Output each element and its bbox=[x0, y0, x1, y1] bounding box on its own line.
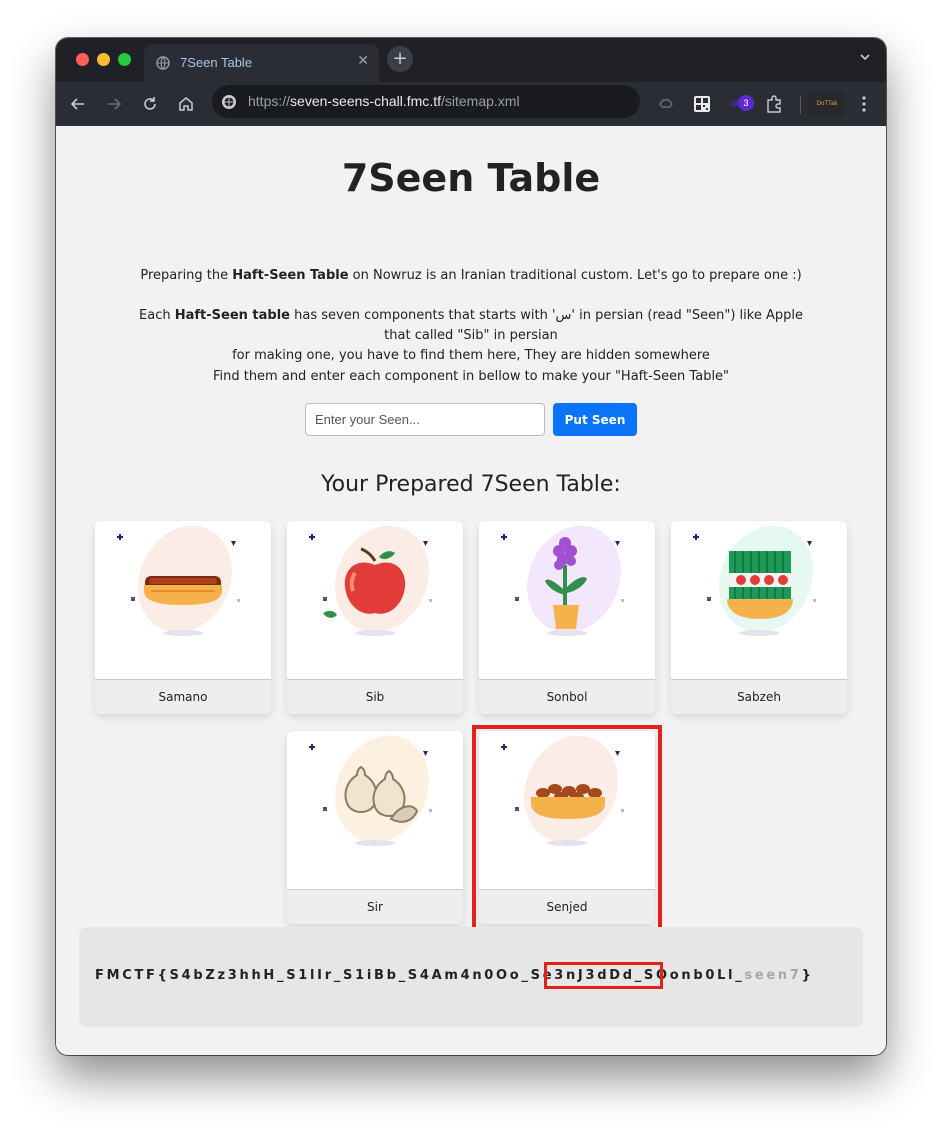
sprouts-icon bbox=[693, 525, 816, 636]
put-seen-button[interactable]: Put Seen bbox=[553, 403, 637, 436]
flag-text: FMCTF{S4bZz3hhH_S1lIr_S1iBb_S4Am4n0Oo_Se… bbox=[95, 968, 814, 983]
active-tab[interactable]: 7Seen Table ✕ bbox=[144, 44, 379, 82]
seen-card-sabzeh: Sabzeh bbox=[671, 521, 847, 714]
seen-card-sib: Sib bbox=[287, 521, 463, 714]
url-text[interactable]: https://seven-seens-chall.fmc.tf/sitemap… bbox=[248, 93, 520, 109]
seen-card-sir: Sir bbox=[287, 731, 463, 924]
flag-part-senjed: Se3nJ3dDd bbox=[530, 968, 635, 983]
seen-card-samano: Samano bbox=[95, 521, 271, 714]
tab-strip: 7Seen Table ✕ + bbox=[56, 38, 886, 82]
close-tab-icon[interactable]: ✕ bbox=[357, 53, 369, 69]
instructions-line-2: that called "Sib" in persian bbox=[384, 328, 558, 343]
senjed-fruit-icon bbox=[501, 735, 624, 846]
card-label-samano: Samano bbox=[95, 679, 271, 714]
flag-part-missing: seen7 bbox=[744, 968, 802, 983]
seen-input[interactable] bbox=[305, 403, 545, 436]
samanu-pudding-icon bbox=[117, 525, 240, 636]
flag-part-close: } bbox=[801, 968, 814, 983]
intro-text: Preparing the Haft-Seen Table on Nowruz … bbox=[56, 266, 886, 287]
web-page: 7Seen Table Preparing the Haft-Seen Tabl… bbox=[56, 126, 886, 1055]
table-heading: Your Prepared 7Seen Table: bbox=[321, 472, 621, 497]
card-label-senjed: Senjed bbox=[479, 889, 655, 924]
line2-after: has seven components that starts with 'س… bbox=[290, 308, 803, 323]
toolbar-divider bbox=[800, 96, 801, 114]
card-label-sir: Sir bbox=[287, 889, 463, 924]
kebab-menu-icon[interactable] bbox=[854, 94, 874, 114]
globe-icon bbox=[156, 56, 170, 70]
tab-title: 7Seen Table bbox=[180, 55, 253, 70]
address-bar[interactable]: https://seven-seens-chall.fmc.tf/sitemap… bbox=[212, 85, 640, 118]
flag-part-1: FMCTF{S4bZz3hhH_S1lIr_S1iBb_S4Am4n0Oo_ bbox=[95, 968, 531, 983]
apple-icon bbox=[309, 525, 432, 636]
forward-arrow-icon[interactable] bbox=[104, 94, 124, 114]
card-label-sabzeh: Sabzeh bbox=[671, 679, 847, 714]
site-info-icon[interactable] bbox=[221, 94, 237, 110]
maximize-window-button[interactable] bbox=[118, 53, 131, 66]
line2-bold: Haft-Seen table bbox=[174, 308, 290, 323]
intro-bold: Haft-Seen Table bbox=[232, 268, 349, 283]
intro-after: on Nowruz is an Iranian traditional cust… bbox=[348, 268, 802, 283]
line2-before: Each bbox=[139, 308, 175, 323]
card-label-sonbol: Sonbol bbox=[479, 679, 655, 714]
hyacinth-icon bbox=[501, 525, 624, 636]
page-title: 7Seen Table bbox=[341, 156, 601, 200]
instructions-line-1: Each Haft-Seen table has seven component… bbox=[56, 306, 886, 327]
instructions-line-4: Find them and enter each component in be… bbox=[212, 369, 730, 384]
minimize-window-button[interactable] bbox=[97, 53, 110, 66]
puzzle-extensions-icon[interactable] bbox=[764, 94, 784, 114]
url-scheme: https:// bbox=[248, 93, 291, 109]
seen-card-sonbol: Sonbol bbox=[479, 521, 655, 714]
url-path: /sitemap.xml bbox=[440, 93, 520, 109]
browser-window: 7Seen Table ✕ + https://seven-seens-chal… bbox=[56, 38, 886, 1055]
extension-badge: 3 bbox=[738, 95, 754, 111]
recycle-extension-icon[interactable] bbox=[656, 94, 676, 114]
new-tab-button[interactable]: + bbox=[387, 46, 413, 72]
profile-button[interactable]: DoTTak bbox=[809, 92, 845, 116]
chevron-down-icon[interactable] bbox=[858, 50, 872, 64]
close-window-button[interactable] bbox=[76, 53, 89, 66]
seen-card-senjed: Senjed bbox=[479, 731, 655, 924]
qr-code-icon[interactable] bbox=[692, 94, 712, 114]
garlic-icon bbox=[309, 735, 432, 846]
browser-toolbar: https://seven-seens-chall.fmc.tf/sitemap… bbox=[56, 82, 886, 126]
home-icon[interactable] bbox=[176, 94, 196, 114]
flag-panel: FMCTF{S4bZz3hhH_S1lIr_S1iBb_S4Am4n0Oo_Se… bbox=[79, 927, 863, 1027]
instructions-line-3: for making one, you have to find them he… bbox=[232, 348, 710, 363]
reload-icon[interactable] bbox=[140, 94, 160, 114]
url-host: seven-seens-chall.fmc.tf bbox=[290, 93, 441, 109]
flag-part-3: _SOonb0Ll_ bbox=[634, 968, 745, 983]
window-controls bbox=[76, 53, 131, 66]
card-label-sib: Sib bbox=[287, 679, 463, 714]
intro-before: Preparing the bbox=[140, 268, 233, 283]
back-arrow-icon[interactable] bbox=[68, 94, 88, 114]
